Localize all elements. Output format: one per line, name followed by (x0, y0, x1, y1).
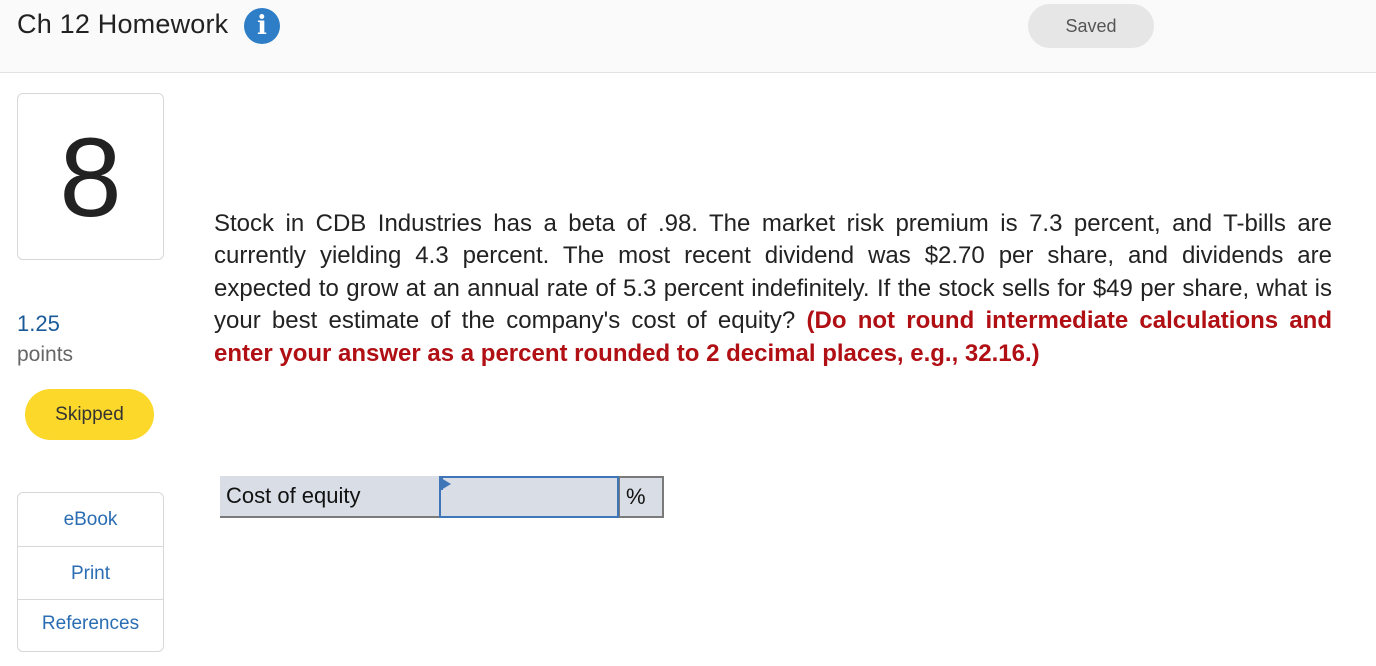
points-label: points (17, 343, 74, 366)
ebook-link[interactable]: eBook (18, 493, 163, 547)
info-icon[interactable]: i (244, 8, 280, 44)
question-number: 8 (59, 115, 122, 240)
assignment-title: Ch 12 Homework (17, 9, 229, 39)
points-value: 1.25 (17, 311, 60, 336)
question-body: Stock in CDB Industries has a beta of .9… (214, 208, 1332, 370)
answer-label: Cost of equity (220, 476, 439, 518)
answer-unit: % (619, 476, 664, 518)
resource-links: eBook Print References (17, 492, 164, 652)
print-link[interactable]: Print (18, 547, 163, 600)
references-link[interactable]: References (18, 600, 163, 651)
skipped-status-badge: Skipped (25, 389, 154, 440)
saved-status-badge: Saved (1028, 4, 1154, 48)
answer-table: Cost of equity % (220, 476, 664, 518)
flag-icon (441, 478, 451, 490)
assignment-header: Ch 12 Homework i Saved (0, 0, 1376, 73)
cost-of-equity-input[interactable] (439, 476, 619, 518)
question-number-box: 8 (17, 93, 164, 260)
